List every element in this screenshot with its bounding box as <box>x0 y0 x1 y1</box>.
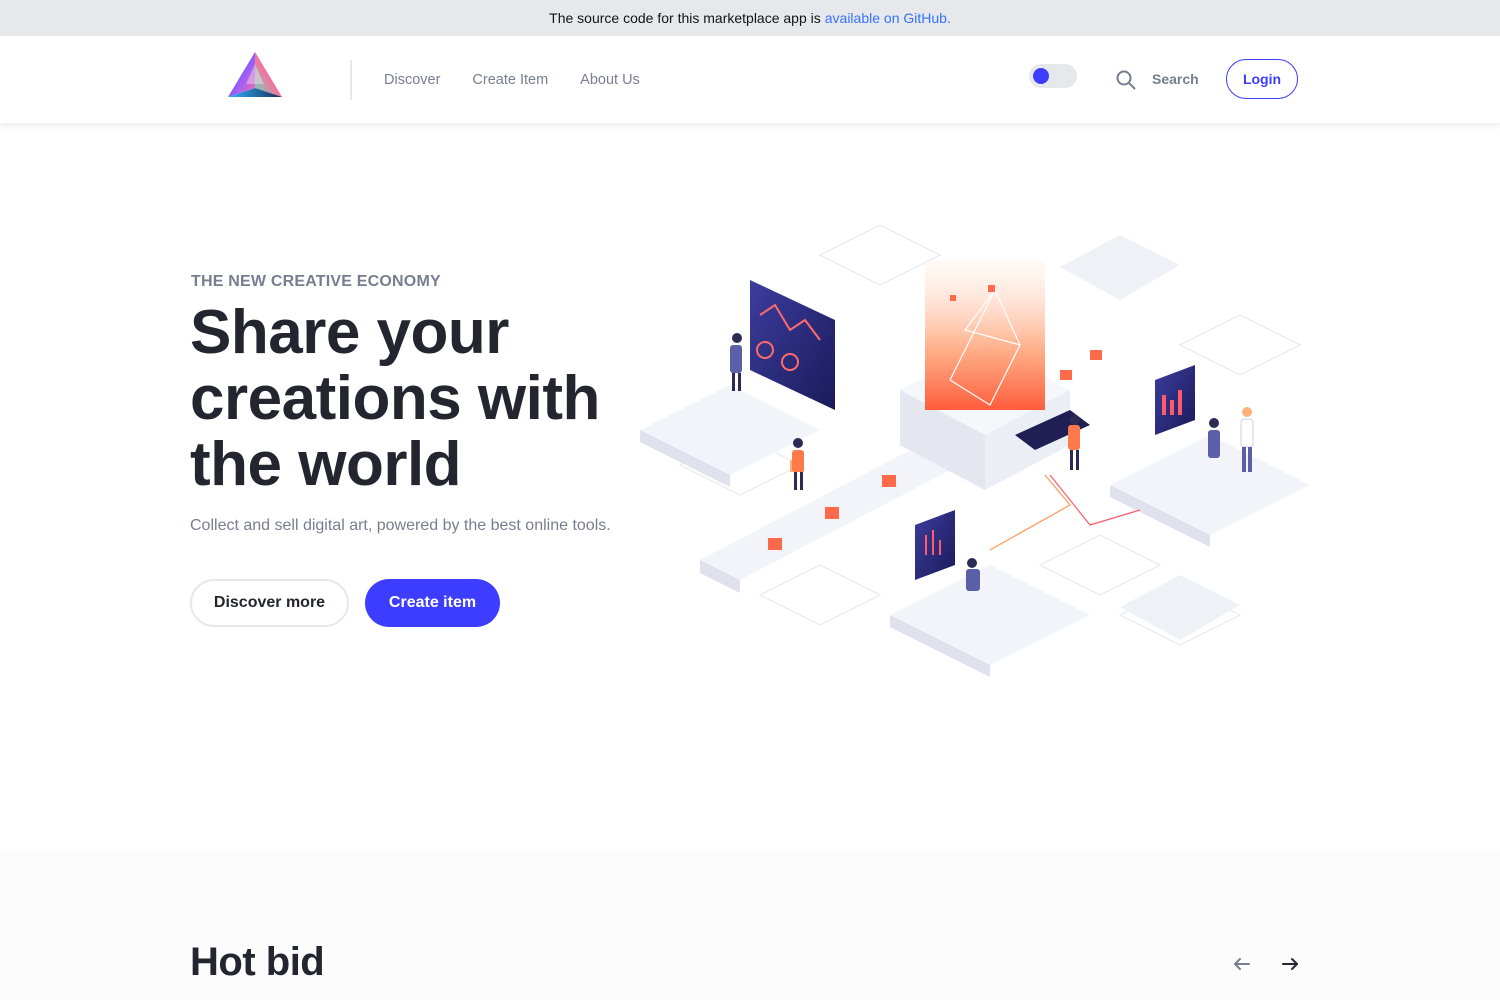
hot-bid-title: Hot bid <box>190 940 325 984</box>
top-banner: The source code for this marketplace app… <box>0 0 1500 35</box>
hero-title: Share your creations with the world <box>190 298 600 499</box>
hero-subtitle: Collect and sell digital art, powered by… <box>190 517 611 534</box>
nav-create-item[interactable]: Create Item <box>472 72 548 88</box>
theme-toggle[interactable] <box>1029 64 1077 88</box>
prism-logo[interactable] <box>226 50 284 102</box>
arrow-right-icon[interactable] <box>1276 950 1304 978</box>
main-nav: Discover Create Item About Us <box>384 36 640 124</box>
search-label[interactable]: Search <box>1152 71 1199 87</box>
nav-discover[interactable]: Discover <box>384 72 440 88</box>
hero-illustration <box>620 205 1320 695</box>
discover-more-button[interactable]: Discover more <box>190 579 349 627</box>
banner-suffix: . <box>946 9 951 26</box>
github-link[interactable]: available on GitHub <box>825 10 947 26</box>
header-divider <box>350 60 352 100</box>
hero-eyebrow: THE NEW CREATIVE ECONOMY <box>191 273 441 290</box>
arrow-left-icon[interactable] <box>1228 950 1256 978</box>
toggle-knob <box>1033 68 1049 84</box>
site-header: Discover Create Item About Us Search Log… <box>0 35 1500 123</box>
hot-bid-section: Hot bid <box>0 850 1500 1000</box>
create-item-button[interactable]: Create item <box>365 579 500 627</box>
banner-text: The source code for this marketplace app… <box>549 9 821 26</box>
search-icon[interactable] <box>1115 69 1137 91</box>
nav-about-us[interactable]: About Us <box>580 72 640 88</box>
login-button[interactable]: Login <box>1226 59 1298 99</box>
